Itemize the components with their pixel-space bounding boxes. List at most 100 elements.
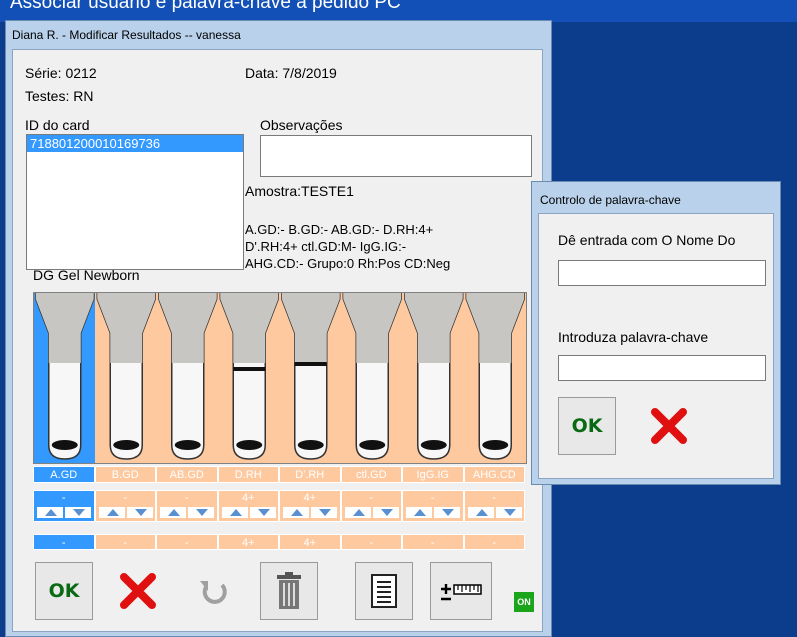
name-prompt-label: Dê entrada com O Nome Do: [558, 232, 736, 248]
ok-button[interactable]: OK: [35, 562, 93, 620]
column-grade-value: -: [123, 492, 128, 504]
undo-button[interactable]: [185, 562, 243, 620]
column-label-4[interactable]: D'.RH: [279, 466, 341, 483]
column-grade-control-3[interactable]: 4+: [217, 490, 279, 522]
grade-stepper[interactable]: [221, 507, 276, 519]
sample-label: Amostra:TESTE1: [245, 183, 354, 199]
grade-stepper[interactable]: [406, 507, 460, 519]
grade-up-arrow-icon[interactable]: [37, 507, 63, 518]
card-type-label: DG Gel Newborn: [33, 267, 140, 283]
dialog-title: Controlo de palavra-chave: [540, 193, 681, 207]
grade-up-arrow-icon[interactable]: [406, 507, 432, 518]
grade-up-arrow-icon[interactable]: [98, 507, 125, 518]
tube-pellet-6: [420, 440, 447, 450]
tube-pellet-3: [236, 440, 263, 450]
grade-down-arrow-icon[interactable]: [372, 507, 399, 518]
grade-down-arrow-icon[interactable]: [249, 507, 276, 518]
tube-pellet-7: [482, 440, 509, 450]
observations-field[interactable]: [260, 135, 532, 177]
column-grade-value: -: [184, 492, 189, 504]
undo-icon: [200, 581, 227, 604]
results-summary: A.GD:- B.GD:- AB.GD:- D.RH:4+ D'.RH:4+ c…: [245, 221, 450, 272]
card-id-item-selected[interactable]: 718801200010169736: [27, 135, 243, 152]
tube-pellet-0: [51, 440, 78, 450]
delete-button[interactable]: [260, 562, 318, 620]
grade-down-arrow-icon[interactable]: [126, 507, 153, 518]
card-id-list[interactable]: 718801200010169736: [26, 134, 244, 270]
grade-up-arrow-icon[interactable]: [160, 507, 186, 518]
grade-up-arrow-icon[interactable]: [344, 507, 371, 518]
grade-up-arrow-icon[interactable]: [283, 507, 309, 518]
trash-icon: [277, 572, 301, 609]
grade-stepper[interactable]: [98, 507, 153, 519]
column-label-7[interactable]: AHG.CD: [463, 466, 525, 483]
results-line-3: AHG.CD:- Grupo:0 Rh:Pos CD:Neg: [245, 256, 451, 271]
column-label-6[interactable]: IgG.IG: [402, 466, 464, 483]
observations-label: Observações: [260, 117, 343, 133]
column-label-2[interactable]: AB.GD: [156, 466, 218, 483]
grade-stepper[interactable]: [344, 507, 399, 519]
column-result-6[interactable]: -: [402, 534, 464, 550]
column-grade-control-4[interactable]: 4+: [279, 490, 341, 522]
column-result-2[interactable]: -: [156, 534, 218, 550]
column-result-1[interactable]: -: [94, 534, 156, 550]
grade-down-arrow-icon[interactable]: [434, 507, 460, 518]
grade-stepper[interactable]: [160, 507, 214, 519]
grade-stepper[interactable]: [283, 507, 337, 519]
column-label-0[interactable]: A.GD: [33, 466, 95, 483]
grade-stepper[interactable]: [37, 507, 91, 519]
column-grade-value: -: [492, 492, 497, 504]
gel-card-image[interactable]: [33, 292, 527, 464]
column-label-5[interactable]: ctl.GD: [340, 466, 402, 483]
column-grade-control-6[interactable]: -: [402, 490, 464, 522]
grade-up-arrow-icon[interactable]: [221, 507, 248, 518]
grade-up-arrow-icon[interactable]: [467, 507, 494, 518]
ruler-plus-minus-icon: [441, 584, 482, 601]
column-grade-value: 4+: [241, 492, 255, 504]
grade-down-arrow-icon[interactable]: [495, 507, 522, 518]
column-grade-control-1[interactable]: -: [94, 490, 156, 522]
tube-pellet-4: [297, 440, 324, 450]
cancel-x-icon: [120, 573, 156, 609]
date-label: Data: 7/8/2019: [245, 65, 337, 81]
tube-cap-3: [220, 293, 279, 363]
column-grade-control-0[interactable]: -: [33, 490, 95, 522]
dialog-ok-button[interactable]: OK: [558, 397, 616, 455]
column-result-7[interactable]: -: [463, 534, 525, 550]
column-grade-control-7[interactable]: -: [463, 490, 525, 522]
grade-down-arrow-icon[interactable]: [311, 507, 337, 518]
column-result-4[interactable]: 4+: [279, 534, 341, 550]
keyword-prompt-label: Introduza palavra-chave: [558, 329, 709, 345]
column-result-5[interactable]: -: [340, 534, 402, 550]
serie-label: Série: 0212: [25, 65, 97, 81]
column-grade-control-2[interactable]: -: [156, 490, 218, 522]
column-result-0[interactable]: -: [33, 534, 95, 550]
column-grade-control-5[interactable]: -: [340, 490, 402, 522]
tube-cap-6: [404, 293, 463, 363]
tube-cap-1: [97, 293, 156, 363]
grade-down-arrow-icon[interactable]: [188, 507, 214, 518]
report-button[interactable]: [355, 562, 413, 620]
on-status-badge: ON: [514, 592, 534, 612]
grade-down-arrow-icon[interactable]: [65, 507, 91, 518]
tube-pellet-5: [359, 440, 386, 450]
background-caption-strip: Associar usuário e palavra-chave a pedid…: [0, 0, 797, 22]
tube-cap-4: [281, 293, 340, 363]
grade-stepper[interactable]: [467, 507, 522, 519]
name-input[interactable]: [558, 260, 766, 286]
column-result-3[interactable]: 4+: [217, 534, 279, 550]
cancel-button[interactable]: [109, 562, 167, 620]
keyword-input[interactable]: [558, 355, 766, 381]
dialog-cancel-button[interactable]: [640, 397, 698, 455]
tube-cap-2: [158, 293, 217, 363]
tube-band-3: [233, 367, 266, 371]
window-title: Diana R. - Modificar Resultados -- vanes…: [12, 28, 241, 42]
adjust-scale-button[interactable]: [430, 562, 492, 620]
column-label-1[interactable]: B.GD: [94, 466, 156, 483]
gel-card-tubes: [34, 293, 525, 463]
window-titlebar[interactable]: Diana R. - Modificar Resultados -- vanes…: [6, 21, 551, 49]
column-label-3[interactable]: D.RH: [217, 466, 279, 483]
tube-pellet-2: [174, 440, 201, 450]
card-id-label: ID do card: [25, 117, 90, 133]
column-grade-value: -: [61, 492, 66, 504]
